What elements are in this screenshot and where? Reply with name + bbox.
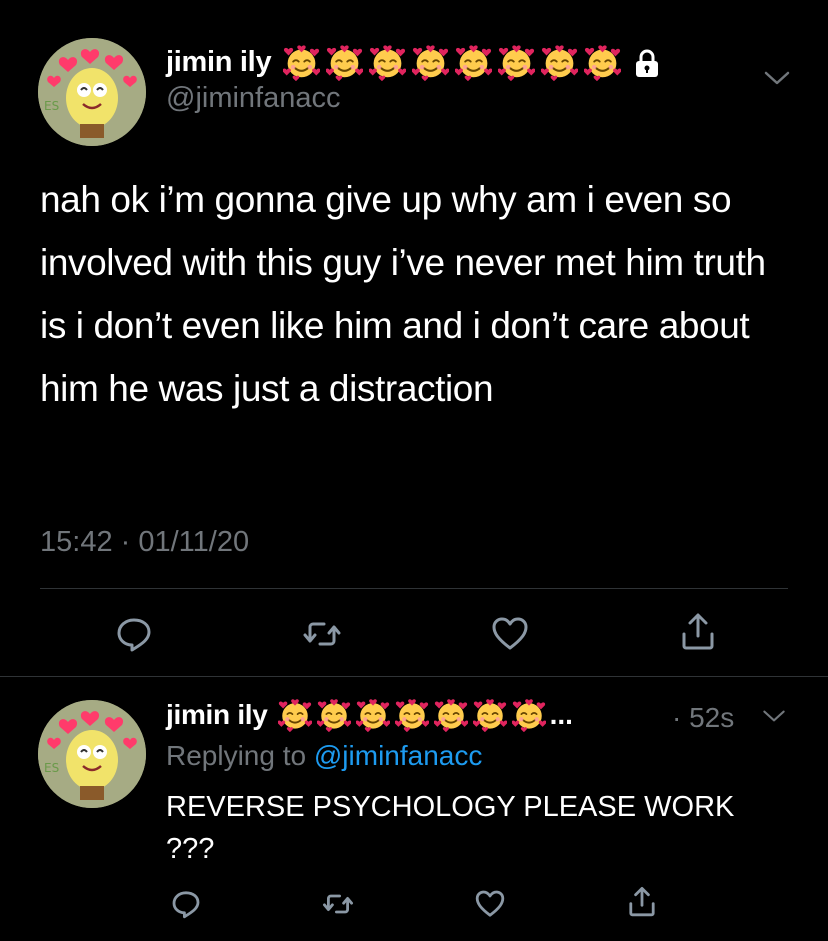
smiling-face-with-hearts-icon <box>277 698 312 732</box>
smiling-face-with-hearts-icon <box>472 698 507 732</box>
main-tweet: ES jimin ily @jiminfanacc nah ok i’m gon… <box>0 0 828 676</box>
smiling-face-with-hearts-icon <box>511 698 546 732</box>
svg-text:ES: ES <box>44 99 59 113</box>
smiling-face-with-hearts-icon <box>498 44 536 81</box>
smiling-face-with-hearts-icon <box>584 44 622 81</box>
replying-to-mention[interactable]: @jiminfanacc <box>314 740 482 771</box>
reply-reply-icon[interactable] <box>170 888 202 920</box>
display-name[interactable]: jimin ily <box>166 46 272 79</box>
reply-chevron-down-icon[interactable] <box>762 709 786 723</box>
thread-divider <box>0 676 828 677</box>
reply-like-icon[interactable] <box>474 888 506 920</box>
reply-time[interactable]: · 52s <box>672 702 734 734</box>
retweet-icon[interactable] <box>302 614 342 654</box>
reply-retweet-icon[interactable] <box>322 888 354 920</box>
lock-icon <box>633 48 661 78</box>
chevron-down-icon[interactable] <box>764 70 790 86</box>
author-name-row[interactable]: jimin ily <box>166 44 661 81</box>
smiling-face-with-hearts-icon <box>283 44 321 81</box>
reply-name-emoji-group <box>273 698 546 732</box>
avatar[interactable]: ES <box>38 38 146 146</box>
smiling-face-with-hearts-icon <box>394 698 429 732</box>
svg-text:ES: ES <box>44 761 59 775</box>
reply-text: REVERSE PSYCHOLOGY PLEASE WORK ??? <box>166 791 735 865</box>
smiling-face-with-hearts-icon <box>541 44 579 81</box>
smiling-face-with-hearts-icon <box>326 44 364 81</box>
replying-to-prefix: Replying to <box>166 740 307 771</box>
smiling-face-with-hearts-icon <box>316 698 351 732</box>
smiling-face-with-hearts-icon <box>412 44 450 81</box>
smiling-face-with-hearts-icon <box>433 698 468 732</box>
reply-display-name[interactable]: jimin ily <box>166 699 268 731</box>
share-icon[interactable] <box>678 612 718 652</box>
reply-author-name-row[interactable]: jimin ily ... <box>166 698 573 732</box>
tweet-timestamp[interactable]: 15:42 · 01/11/20 <box>40 526 249 559</box>
smiling-face-with-hearts-icon <box>455 44 493 81</box>
reply-avatar[interactable]: ES <box>38 700 146 808</box>
like-icon[interactable] <box>490 614 530 654</box>
name-truncation-ellipsis: ... <box>549 699 573 730</box>
author-handle[interactable]: @jiminfanacc <box>166 82 341 115</box>
smiling-face-with-hearts-icon <box>355 698 390 732</box>
reply-icon[interactable] <box>114 614 154 654</box>
tweet-text: nah ok i’m gonna give up why am i even s… <box>40 179 766 409</box>
name-emoji-group <box>277 44 622 81</box>
replying-to-line: Replying to @jiminfanacc <box>166 740 482 772</box>
divider <box>40 588 788 589</box>
reply-share-icon[interactable] <box>626 886 658 918</box>
smiling-face-with-hearts-icon <box>369 44 407 81</box>
